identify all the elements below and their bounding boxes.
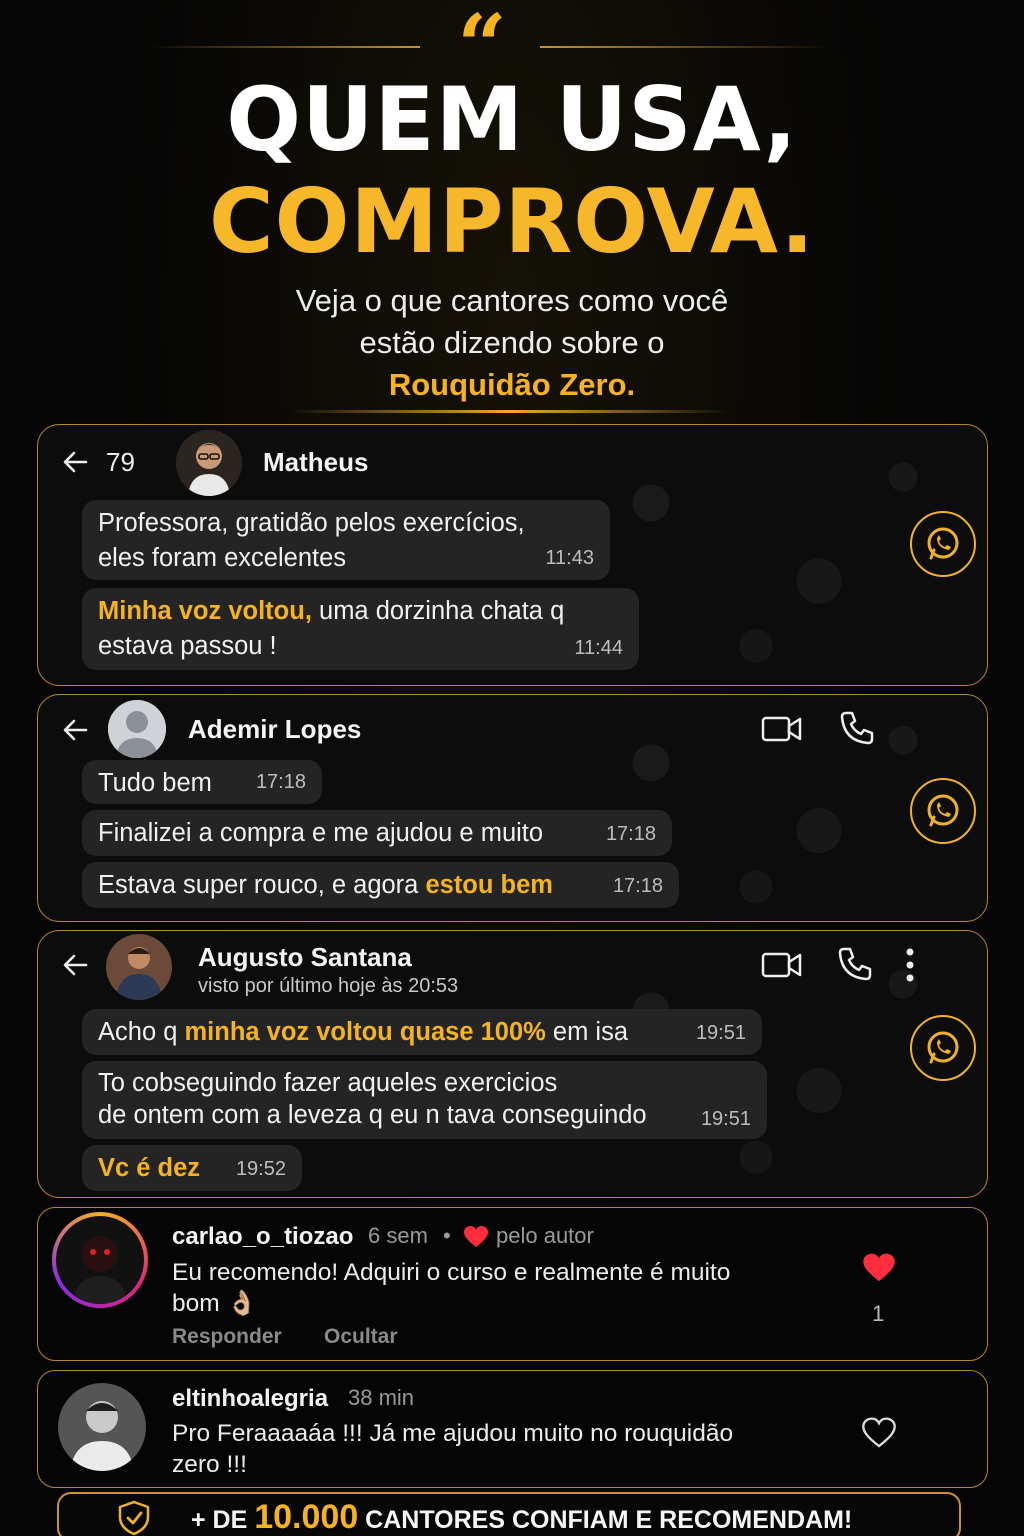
avatar[interactable]	[176, 430, 242, 496]
hide-button[interactable]: Ocultar	[324, 1325, 398, 1349]
banner-prefix: + DE	[191, 1506, 255, 1534]
person-photo-icon	[176, 430, 242, 496]
contact-name: Augusto Santana	[198, 942, 412, 972]
comment-time: 38 min	[348, 1385, 415, 1410]
message-time: 19:51	[695, 1022, 746, 1044]
back-arrow-icon[interactable]	[60, 447, 90, 477]
comment-card-eltinho: eltinhoalegria 38 min Pro Feraaaaáa !!!…	[37, 1370, 988, 1488]
comment-username[interactable]: carlao_o_tiozao	[172, 1223, 353, 1251]
message-text: Estava super rouco, e agora	[98, 871, 426, 899]
message-bubble: Tudo bem 17:18	[82, 760, 322, 804]
message-bubble: Minha voz voltou, uma dorzinha chata q e…	[82, 588, 639, 670]
comment-text-line1: Pro Feraaaaáa !!! Já me ajudou muito no…	[172, 1420, 734, 1447]
message-text-line2: estava passou !	[98, 632, 277, 660]
comment-text: Eu recomendo! Adquiri o curso e realment…	[172, 1257, 812, 1319]
message-bubble: Finalizei a compra e me ajudou e muito 1…	[82, 810, 672, 856]
phone-icon[interactable]	[836, 945, 874, 983]
chat-card-ademir: Ademir Lopes Tudo bem 17:18 Finalizei a …	[37, 694, 988, 922]
message-text: uma dorzinha chata q	[311, 597, 565, 625]
contact-name: Ademir Lopes	[188, 714, 362, 744]
message-time: 19:52	[235, 1158, 286, 1180]
comment-username[interactable]: eltinhoalegria	[172, 1385, 328, 1413]
avatar[interactable]	[108, 700, 166, 758]
avatar	[56, 1216, 144, 1304]
avatar[interactable]	[58, 1383, 146, 1471]
more-vertical-icon[interactable]	[900, 947, 920, 983]
separator-dot: •	[443, 1223, 451, 1248]
comment-text-line1: Eu recomendo! Adquiri o curso e realment…	[172, 1259, 731, 1286]
back-arrow-icon[interactable]	[60, 715, 90, 745]
message-text: Finalizei a compra e me ajudou e muito	[98, 819, 544, 847]
message-time: 17:18	[612, 875, 663, 897]
message-highlight: minha voz voltou quase 100%	[184, 1018, 546, 1046]
avatar-story-ring[interactable]	[52, 1212, 148, 1308]
heart-icon	[464, 1226, 488, 1247]
video-call-icon[interactable]	[761, 713, 803, 745]
message-highlight: Vc é dez	[98, 1154, 201, 1182]
message-time: 17:18	[255, 771, 306, 793]
comment-text-line2: bom 👌🏼	[172, 1290, 257, 1317]
divider-line-right	[540, 46, 830, 48]
message-text: To cobseguindo fazer aqueles exercicios	[98, 1069, 558, 1097]
message-highlight: estou bem	[425, 871, 553, 899]
message-text: Tudo bem	[98, 769, 212, 797]
message-bubble: Vc é dez 19:52	[82, 1145, 302, 1191]
person-photo-icon	[106, 934, 172, 1000]
trust-banner: + DE 10.000 CANTORES CONFIAM E RECOMENDA…	[57, 1492, 961, 1536]
message-text: em isa	[545, 1018, 629, 1046]
comment-text-line2: zero !!!	[172, 1451, 247, 1478]
contact-name: Matheus	[263, 447, 369, 477]
reply-button[interactable]: Responder	[172, 1325, 282, 1349]
back-arrow-icon[interactable]	[60, 950, 90, 980]
like-heart-icon[interactable]	[862, 1252, 896, 1284]
subtitle-brand: Rouquidão Zero.	[388, 367, 636, 402]
divider-line-left	[150, 46, 420, 48]
liked-by-author: pelo autor	[496, 1223, 594, 1248]
message-text: Professora, gratidão pelos exercícios,	[98, 509, 525, 537]
headline-line2: COMPROVA.	[209, 170, 815, 273]
phone-icon[interactable]	[838, 709, 876, 747]
message-text-line2: de ontem com a leveza q eu n tava conseg…	[98, 1101, 647, 1129]
message-time: 17:18	[605, 823, 656, 845]
chat-card-matheus: 79 Matheus Professora, gratidão pelos ex…	[37, 424, 988, 686]
banner-suffix: CANTORES CONFIAM E RECOMENDAM!	[358, 1506, 853, 1534]
message-bubble: Estava super rouco, e agora estou bem 17…	[82, 862, 679, 908]
message-text-line2: eles foram excelentes	[98, 544, 347, 572]
comment-time: 6 sem	[368, 1223, 428, 1248]
subtitle-line2: estão dizendo sobre o	[359, 325, 665, 360]
subtitle-line1: Veja o que cantores como você	[295, 283, 729, 318]
person-photo-icon	[58, 1383, 146, 1471]
comment-card-carlao: carlao_o_tiozao 6 sem • pelo autor Eu re…	[37, 1207, 988, 1361]
headline-line1: QUEM USA,	[226, 68, 798, 171]
quote-divider: “	[0, 4, 1024, 90]
comment-text: Pro Feraaaaáa !!! Já me ajudou muito no…	[172, 1418, 832, 1480]
glow-divider	[290, 410, 730, 413]
last-seen-status: visto por último hoje às 20:53	[198, 975, 459, 997]
message-highlight: Minha voz voltou,	[98, 597, 312, 625]
whatsapp-icon	[910, 778, 976, 844]
message-time: 11:43	[545, 547, 594, 569]
message-bubble: Acho q minha voz voltou quase 100% em is…	[82, 1009, 762, 1055]
avatar[interactable]	[106, 934, 172, 1000]
testimonial-page: “ QUEM USA, COMPROVA. Veja o que cantore…	[0, 0, 1024, 1536]
message-time: 11:44	[574, 637, 623, 659]
whatsapp-icon	[910, 511, 976, 577]
whatsapp-icon	[910, 1015, 976, 1081]
subtitle: Veja o que cantores como você estão dize…	[0, 280, 1024, 406]
shield-check-icon	[118, 1500, 150, 1536]
video-call-icon[interactable]	[761, 949, 803, 981]
chat-card-augusto: Augusto Santana visto por último hoje às…	[37, 930, 988, 1198]
trust-banner-text: + DE 10.000 CANTORES CONFIAM E RECOMENDA…	[191, 1498, 852, 1536]
message-bubble: Professora, gratidão pelos exercícios, e…	[82, 500, 610, 580]
unread-count: 79	[106, 447, 135, 477]
like-count: 1	[872, 1301, 885, 1326]
message-text: Acho q	[98, 1018, 185, 1046]
message-bubble: To cobseguindo fazer aqueles exercicios …	[82, 1061, 767, 1139]
like-heart-icon[interactable]	[862, 1417, 896, 1449]
banner-number: 10.000	[254, 1498, 359, 1536]
default-avatar-icon	[108, 700, 166, 758]
message-time: 19:51	[700, 1108, 751, 1130]
